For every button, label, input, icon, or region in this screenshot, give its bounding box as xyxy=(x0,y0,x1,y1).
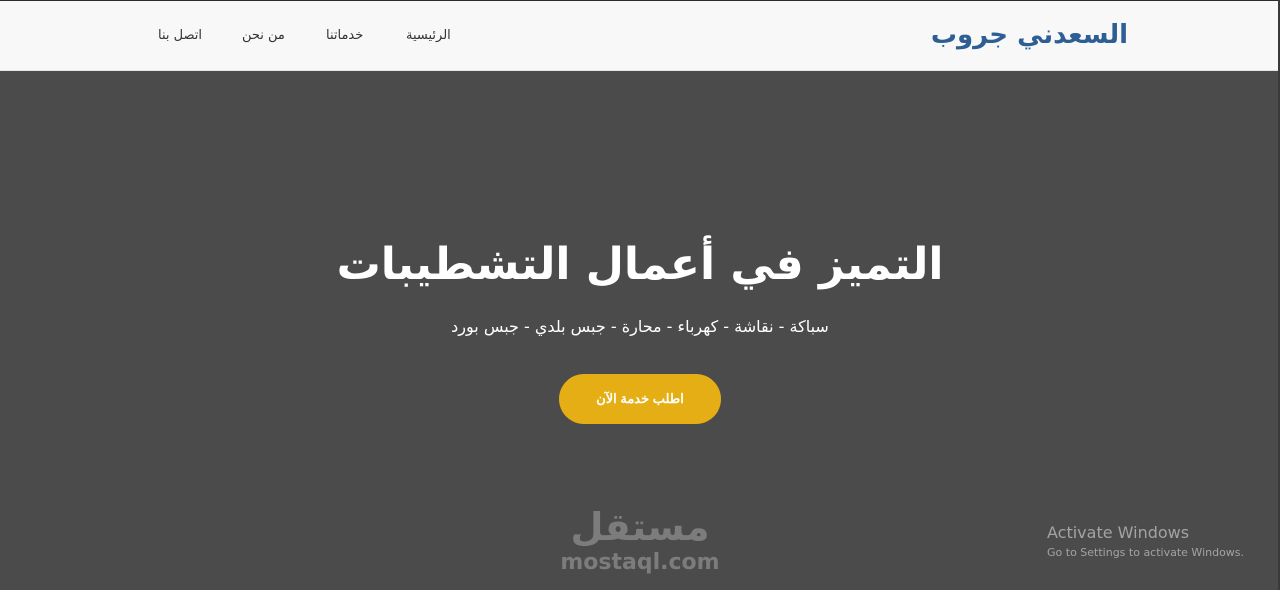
hero-title: التميز في أعمال التشطيبات xyxy=(336,239,944,290)
watermark-arabic-text: مستقل xyxy=(570,505,710,549)
hero-subtitle: سباكة - نقاشة - كهرباء - محارة - جبس بلد… xyxy=(451,317,829,336)
request-service-button[interactable]: اطلب خدمة الآن xyxy=(559,374,721,424)
nav-link-home[interactable]: الرئيسية xyxy=(406,26,451,46)
landing-page: السعدني جروب اتصل بنا من نحن خدماتنا الر… xyxy=(0,0,1280,590)
nav-link-contact[interactable]: اتصل بنا xyxy=(158,26,202,46)
brand-logo[interactable]: السعدني جروب xyxy=(931,18,1128,52)
activate-windows-subtitle: Go to Settings to activate Windows. xyxy=(1047,546,1245,559)
nav-link-about[interactable]: من نحن xyxy=(242,26,285,46)
activate-windows-title: Activate Windows xyxy=(1047,523,1190,542)
nav-link-services[interactable]: خدماتنا xyxy=(326,26,363,46)
activate-windows-notice: Activate Windows Go to Settings to activ… xyxy=(1047,522,1244,561)
hero-section: التميز في أعمال التشطيبات سباكة - نقاشة … xyxy=(0,72,1280,590)
watermark-latin-text: mostaql.com xyxy=(560,550,720,575)
navbar: السعدني جروب اتصل بنا من نحن خدماتنا الر… xyxy=(0,1,1280,71)
mostaql-watermark: مستقل mostaql.com xyxy=(540,504,740,576)
